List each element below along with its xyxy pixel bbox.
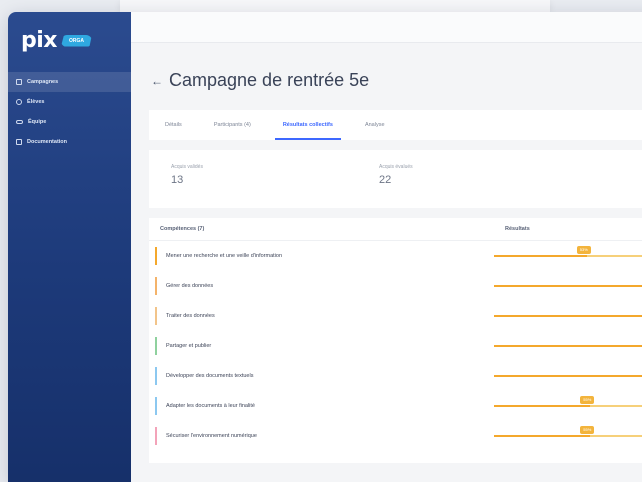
progress-fill [494,435,591,437]
sidebar-item-label: Élèves [27,99,45,105]
sidebar-item-0[interactable]: Campagnes [8,72,131,92]
table-row[interactable]: Gérer des données [149,271,642,301]
users-icon [16,99,22,105]
app-window: pix ORGA Campagnes Élèves Équipe Documentat… [8,12,642,482]
background-card [120,0,550,12]
sidebar-item-label: Équipe [28,119,47,125]
table-body: Mener une recherche et une veille d'info… [149,241,642,451]
sidebar-item-3[interactable]: Documentation [8,132,131,152]
stat-label: Acquis validés [171,164,203,170]
stat-validated: Acquis validés 13 [171,164,203,186]
progress-badge: 53% [576,246,591,254]
page-header: ← Campagne de rentrée 5e [151,70,369,91]
progress-fill [494,405,591,407]
sidebar-item-2[interactable]: Équipe [8,112,131,132]
results-table: Compétences (7) Résultats Mener une rech… [149,218,642,463]
logo-badge: ORGA [60,34,92,47]
competence-label: Sécuriser l'environnement numérique [166,433,257,439]
stat-label: Acquis évalués [379,164,413,170]
table-row[interactable]: Sécuriser l'environnement numérique 55% [149,421,642,451]
competence-label: Traiter des données [166,313,215,319]
table-row[interactable]: Traiter des données [149,301,642,331]
competence-color-bar [155,337,157,355]
top-bar [131,12,642,43]
competence-color-bar [155,277,157,295]
progress-fill [494,375,642,377]
competence-label: Partager et publier [166,343,212,349]
tab-2[interactable]: Résultats collectifs [267,110,349,140]
main-content: ← Campagne de rentrée 5e Détails Particip… [131,12,642,482]
tab-1[interactable]: Participants (4) [198,110,267,140]
competence-color-bar [155,307,157,325]
stat-evaluated: Acquis évalués 22 [379,164,413,186]
competence-label: Adapter les documents à leur finalité [166,403,255,409]
table-row[interactable]: Adapter les documents à leur finalité 55% [149,391,642,421]
competence-color-bar [155,247,157,265]
header-results: Résultats [505,226,530,232]
competence-color-bar [155,397,157,415]
stat-value: 13 [171,174,184,186]
logo: pix ORGA [21,28,92,53]
table-row[interactable]: Mener une recherche et une veille d'info… [149,241,642,271]
competence-label: Mener une recherche et une veille d'info… [166,253,283,259]
page-title: Campagne de rentrée 5e [169,70,370,90]
stat-value: 22 [379,174,392,186]
sidebar-nav: Campagnes Élèves Équipe Documentation [8,72,131,152]
document-icon [16,139,22,145]
competence-color-bar [155,427,157,445]
progress-fill [494,285,642,287]
competence-color-bar [155,367,157,385]
tab-3[interactable]: Analyse [349,110,401,140]
sidebar-item-1[interactable]: Élèves [8,92,131,112]
stats-panel: Acquis validés 13 Acquis évalués 22 [149,150,642,208]
progress-badge: 55% [580,396,595,404]
table-row[interactable]: Partager et publier [149,331,642,361]
grid-icon [16,79,22,85]
progress-badge: 55% [580,426,595,434]
progress-fill [494,345,642,347]
competence-label: Développer des documents textuels [166,373,254,379]
sidebar-item-label: Documentation [27,139,68,145]
team-icon [16,120,23,124]
table-row[interactable]: Développer des documents textuels [149,361,642,391]
sidebar: pix ORGA Campagnes Élèves Équipe Documentat… [8,12,131,482]
table-header: Compétences (7) Résultats [149,218,642,241]
sidebar-item-label: Campagnes [27,79,59,85]
logo-text: pix [21,28,57,53]
competence-label: Gérer des données [166,283,214,289]
header-competences: Compétences (7) [160,226,205,232]
back-arrow-icon[interactable]: ← [151,74,163,88]
tab-bar: Détails Participants (4) Résultats collect… [149,110,642,140]
tab-0[interactable]: Détails [149,110,198,140]
progress-fill [494,255,587,257]
progress-fill [494,315,642,317]
